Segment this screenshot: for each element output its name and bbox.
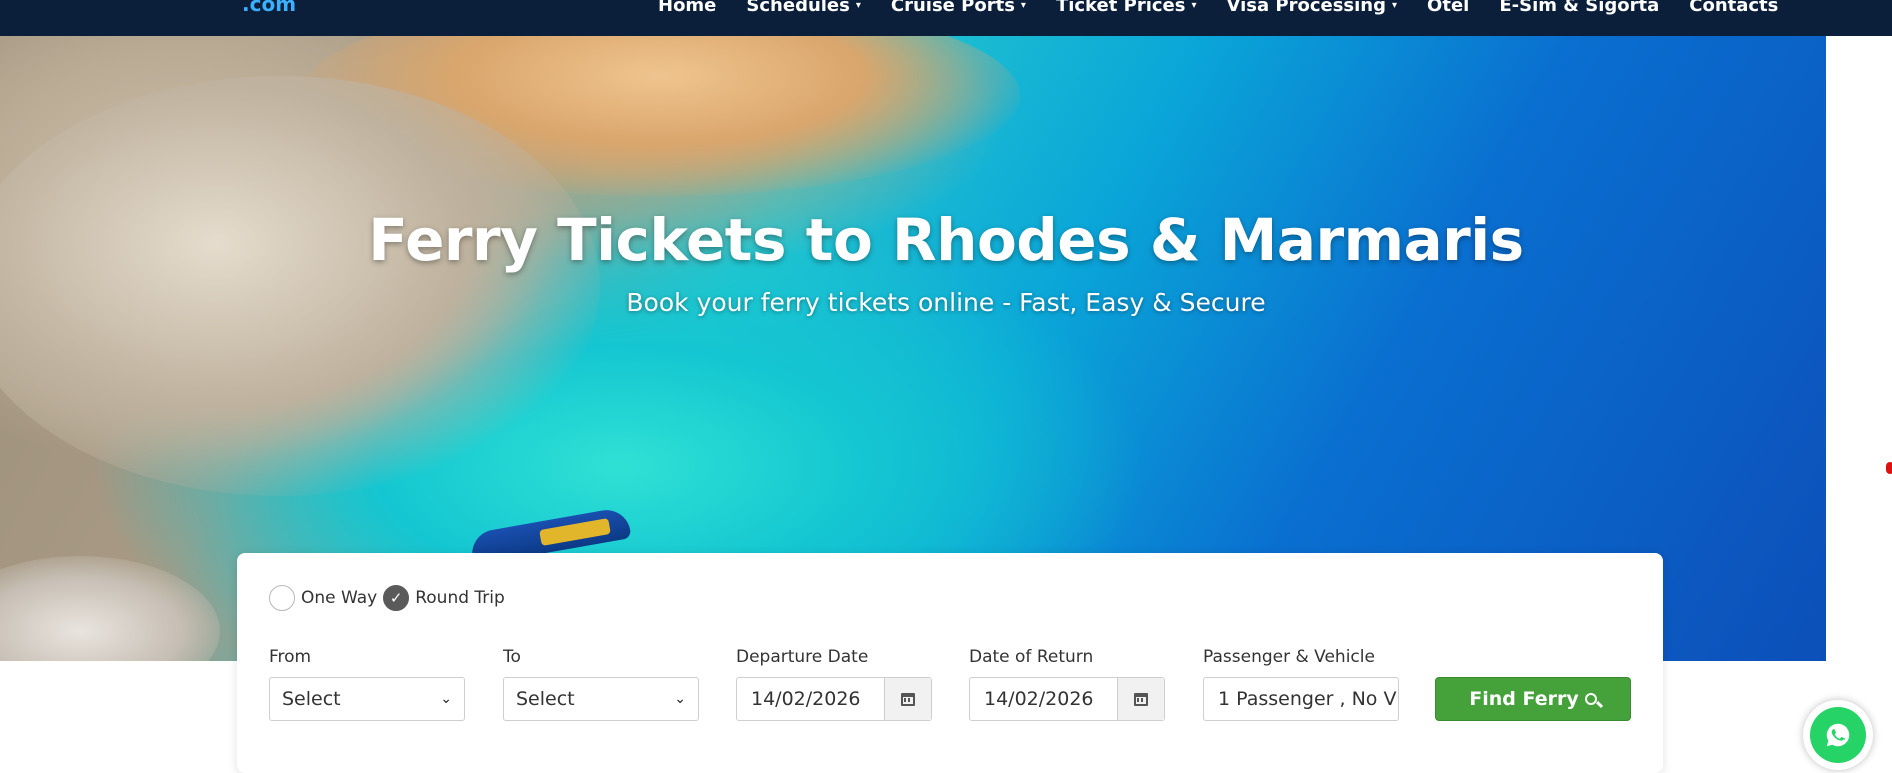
passenger-vehicle-input[interactable]: 1 Passenger , No V xyxy=(1203,677,1399,721)
find-ferry-label: Find Ferry xyxy=(1469,688,1579,710)
find-ferry-button[interactable]: Find Ferry xyxy=(1435,677,1631,721)
nav-item-label: Cruise Ports xyxy=(890,0,1015,16)
departure-date-label: Departure Date xyxy=(736,647,869,667)
nav-item-label: Home xyxy=(658,0,717,16)
notification-dot xyxy=(1886,462,1892,474)
calendar-icon xyxy=(1134,692,1148,706)
round-trip-label[interactable]: Round Trip xyxy=(415,588,505,608)
from-select-value: Select xyxy=(282,688,341,710)
nav-item-contacts[interactable]: Contacts xyxy=(1689,0,1778,16)
calendar-icon xyxy=(901,692,915,706)
site-logo[interactable]: .com xyxy=(240,0,296,16)
one-way-label[interactable]: One Way xyxy=(301,588,377,608)
hero-image-pebbles xyxy=(0,556,220,661)
return-date-field[interactable]: 14/02/2026 xyxy=(969,677,1165,721)
departure-date-field[interactable]: 14/02/2026 xyxy=(736,677,932,721)
to-select[interactable]: Select ⌄ xyxy=(503,677,699,721)
nav-item-label: Otel xyxy=(1427,0,1470,16)
nav-item-cruise-ports[interactable]: Cruise Ports ▾ xyxy=(891,0,1026,16)
return-calendar-button[interactable] xyxy=(1117,678,1164,720)
departure-calendar-button[interactable] xyxy=(884,678,931,720)
nav-item-otel[interactable]: Otel xyxy=(1427,0,1469,16)
chevron-down-icon: ▾ xyxy=(1020,0,1026,11)
from-select[interactable]: Select ⌄ xyxy=(269,677,465,721)
chevron-down-icon: ⌄ xyxy=(440,691,452,707)
round-trip-radio[interactable]: ✓ xyxy=(383,585,410,611)
whatsapp-icon xyxy=(1810,707,1866,763)
chevron-down-icon: ⌄ xyxy=(674,691,686,707)
nav-item-label: Ticket Prices xyxy=(1055,0,1186,16)
chevron-down-icon: ▾ xyxy=(1392,0,1398,11)
nav-item-home[interactable]: Home xyxy=(658,0,716,16)
passenger-vehicle-label: Passenger & Vehicle xyxy=(1203,647,1375,667)
nav-item-esim-sigorta[interactable]: E-Sim & Sigorta xyxy=(1499,0,1659,16)
chevron-down-icon: ▾ xyxy=(855,0,861,11)
logo-suffix: .com xyxy=(242,0,297,16)
return-date-value[interactable]: 14/02/2026 xyxy=(970,678,1117,720)
nav-item-visa-processing[interactable]: Visa Processing ▾ xyxy=(1226,0,1397,16)
ferry-search-card: One Way ✓ Round Trip From Select ⌄ To Se… xyxy=(237,553,1663,773)
hero-subtitle: Book your ferry tickets online - Fast, E… xyxy=(626,288,1266,317)
hero-title: Ferry Tickets to Rhodes & Marmaris xyxy=(368,206,1524,274)
nav-item-schedules[interactable]: Schedules ▾ xyxy=(746,0,860,16)
nav-item-label: Contacts xyxy=(1689,0,1779,16)
check-icon: ✓ xyxy=(389,589,403,607)
nav-item-ticket-prices[interactable]: Ticket Prices ▾ xyxy=(1056,0,1197,16)
nav-item-label: Visa Processing xyxy=(1226,0,1387,16)
top-navbar: .com Home Schedules ▾ Cruise Ports ▾ Tic… xyxy=(0,0,1892,36)
return-date-label: Date of Return xyxy=(969,647,1094,667)
trip-type-selector: One Way ✓ Round Trip xyxy=(269,585,511,611)
to-select-value: Select xyxy=(516,688,575,710)
one-way-radio[interactable] xyxy=(269,585,295,611)
departure-date-value[interactable]: 14/02/2026 xyxy=(737,678,884,720)
page-margin xyxy=(1826,36,1892,661)
nav-item-label: Schedules xyxy=(746,0,850,16)
chevron-down-icon: ▾ xyxy=(1191,0,1197,11)
search-icon xyxy=(1584,693,1597,705)
from-label: From xyxy=(269,647,312,667)
to-label: To xyxy=(503,647,521,667)
whatsapp-button[interactable] xyxy=(1803,700,1873,770)
nav-item-label: E-Sim & Sigorta xyxy=(1499,0,1660,16)
main-nav: Home Schedules ▾ Cruise Ports ▾ Ticket P… xyxy=(658,0,1808,20)
hero-image-rocks xyxy=(0,76,600,496)
